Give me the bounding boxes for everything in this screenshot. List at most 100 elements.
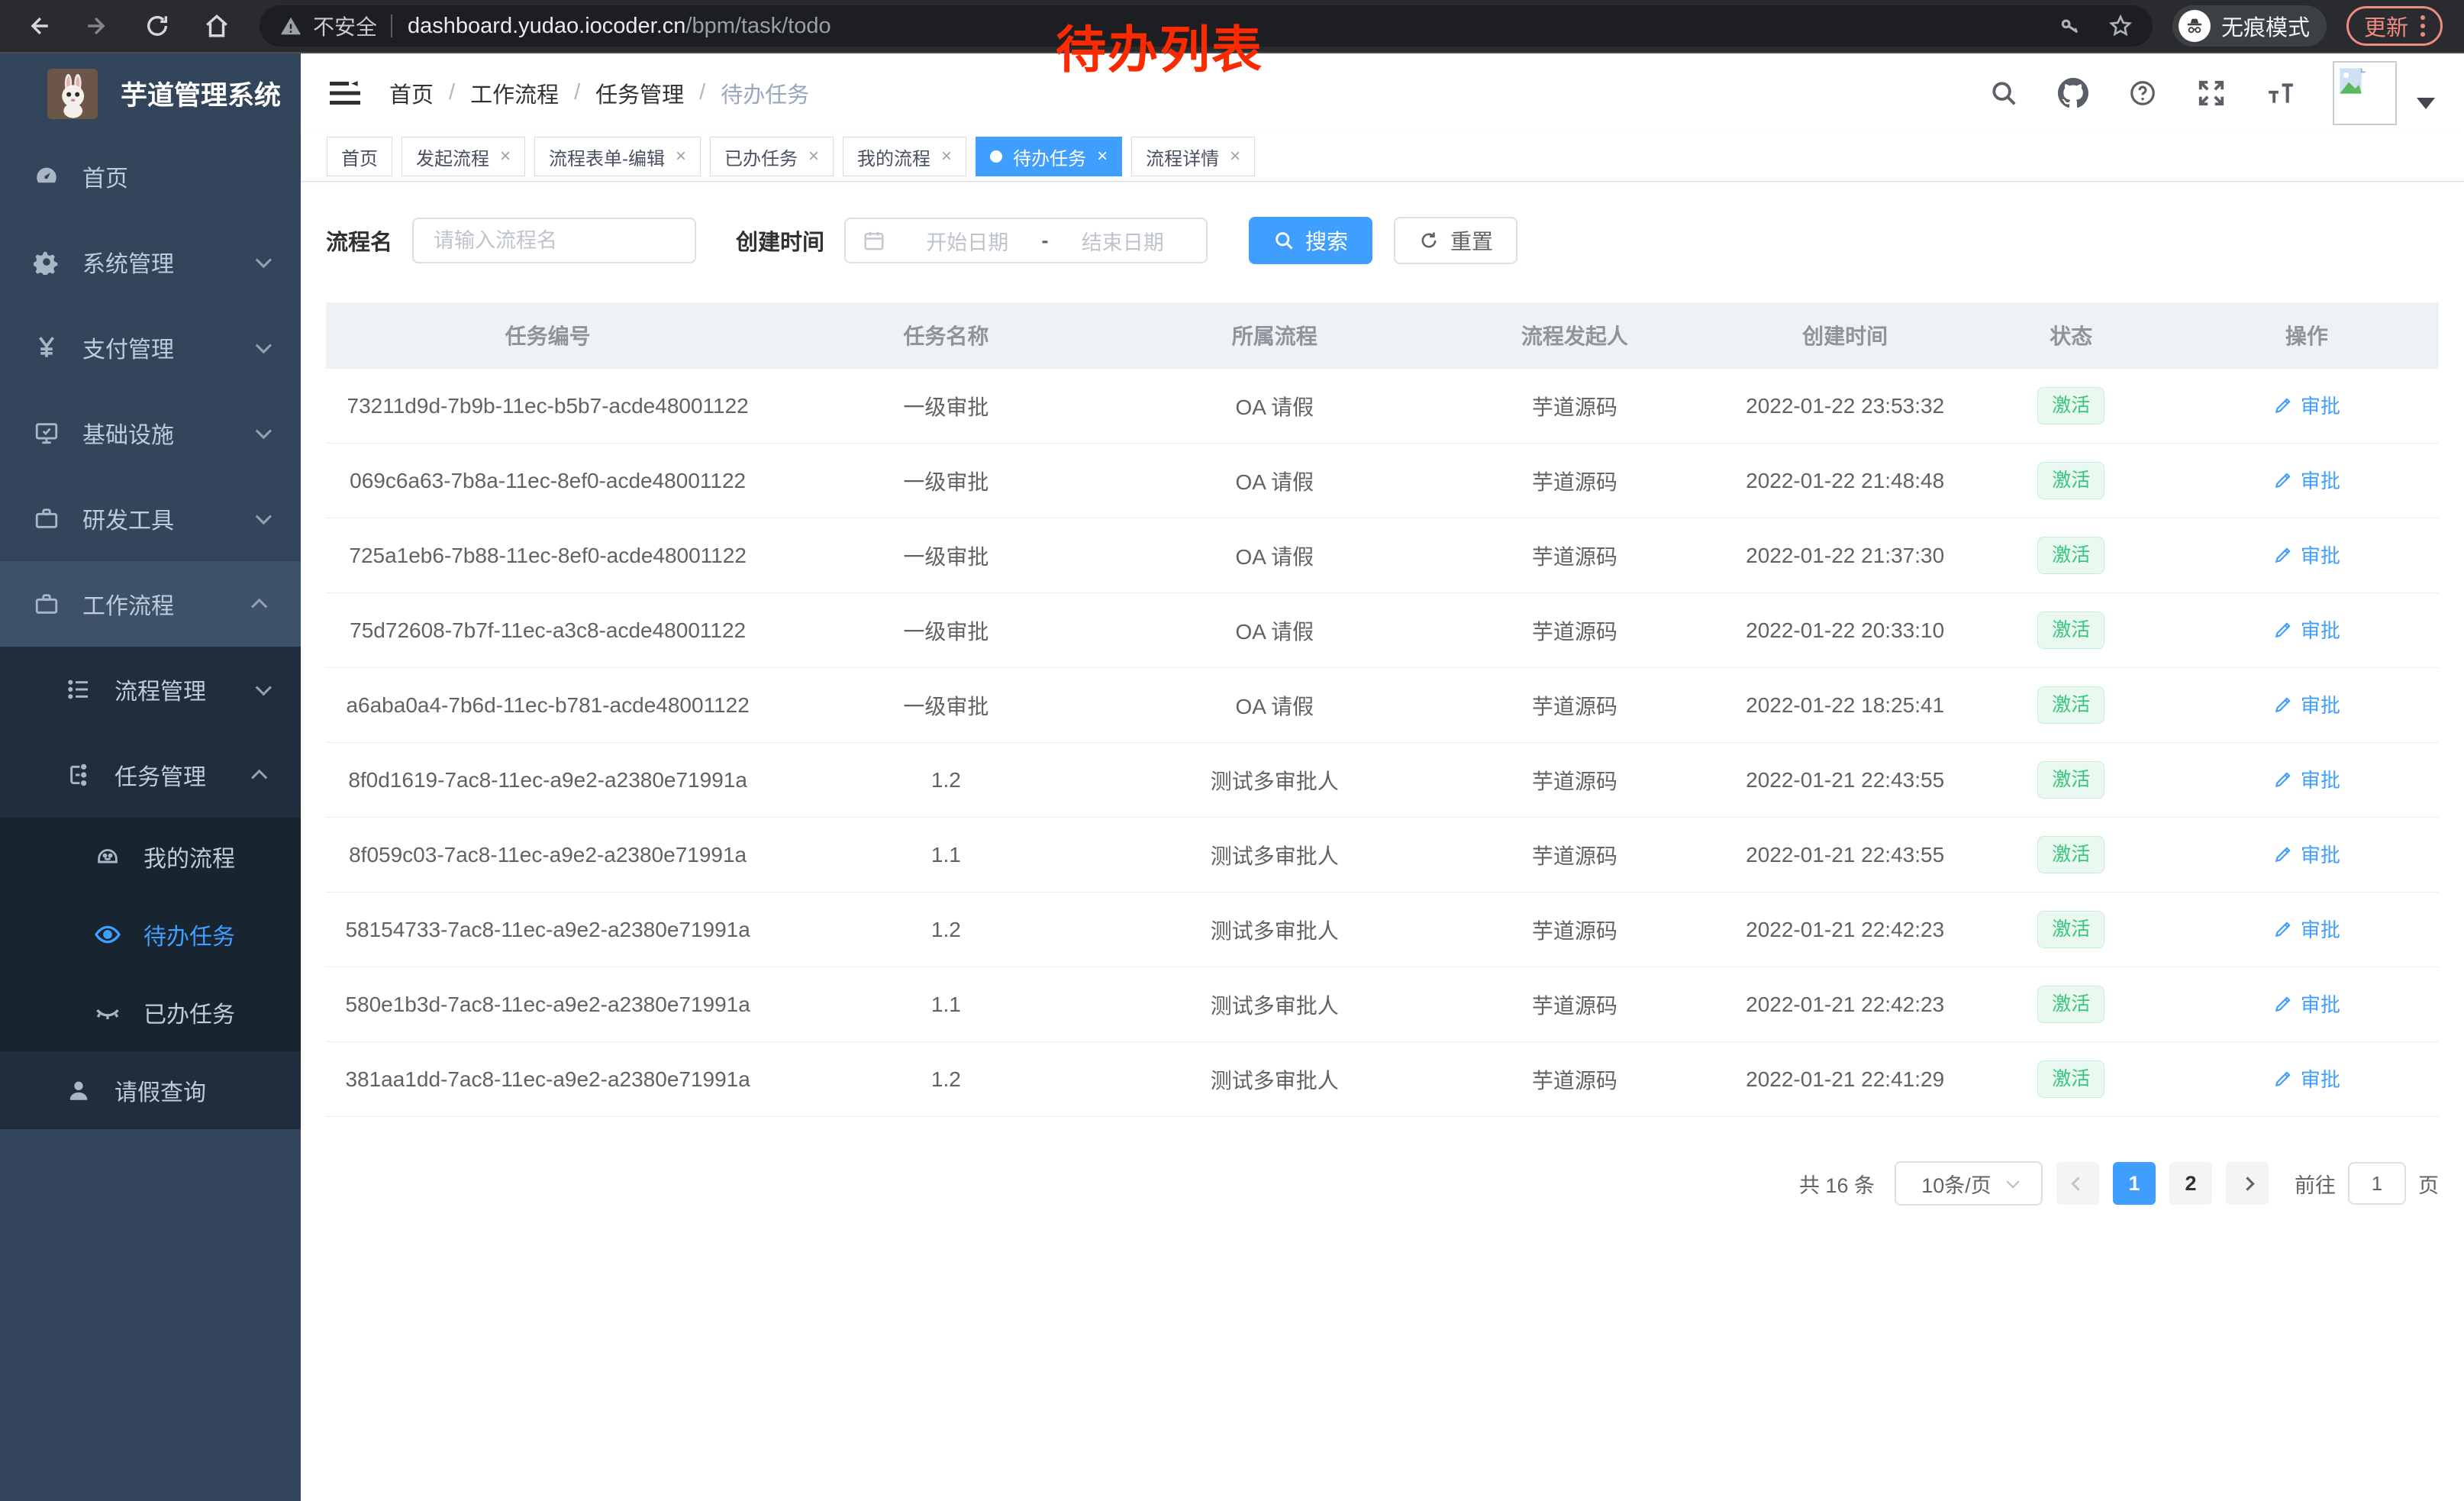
tab-form-edit[interactable]: 流程表单-编辑 × [534,137,701,176]
sidebar-item-workflow[interactable]: 工作流程 [0,561,301,647]
fullscreen-icon[interactable] [2197,79,2226,108]
sidebar-item-leave-query[interactable]: 请假查询 [0,1051,301,1129]
tasks-table: 任务编号 任务名称 所属流程 流程发起人 创建时间 状态 操作 73211d9d… [326,302,2439,1117]
breadcrumb-task-mgmt[interactable]: 任务管理 [595,77,684,109]
sidebar-item-devtools[interactable]: 研发工具 [0,476,301,561]
search-button[interactable]: 搜索 [1249,217,1372,264]
edit-pencil-icon [2273,395,2293,415]
help-question-icon[interactable] [2128,79,2157,108]
breadcrumb-workflow[interactable]: 工作流程 [470,77,559,109]
approve-link[interactable]: 审批 [2273,541,2340,569]
tab-process-detail[interactable]: 流程详情 × [1131,137,1255,176]
sidebar-item-task-mgmt[interactable]: 任务管理 [0,732,301,818]
page-button-2[interactable]: 2 [2169,1162,2212,1205]
date-range-picker[interactable]: 开始日期 - 结束日期 [844,218,1208,263]
sidebar-item-label: 已办任务 [144,996,235,1029]
eye-open-icon [90,921,125,948]
tab-start-process[interactable]: 发起流程 × [402,137,525,176]
approve-link[interactable]: 审批 [2273,690,2340,718]
password-key-icon[interactable] [2058,14,2082,38]
breadcrumb-home[interactable]: 首页 [389,77,434,109]
github-icon[interactable] [2058,78,2088,108]
sidebar-item-infra[interactable]: 基础设施 [0,390,301,476]
sidebar-item-home[interactable]: 首页 [0,134,301,219]
bookmark-star-icon[interactable] [2108,14,2133,38]
avatar-dropdown-caret-icon[interactable] [2417,98,2435,109]
sidebar-item-my-process[interactable]: 我的流程 [0,818,301,896]
col-starter: 流程发起人 [1427,320,1723,350]
approve-link[interactable]: 审批 [2273,1064,2340,1093]
sidebar-item-process-mgmt[interactable]: 流程管理 [0,647,301,732]
process-name-input[interactable] [412,218,696,263]
approve-link[interactable]: 审批 [2273,391,2340,419]
close-tab-icon[interactable]: × [808,146,819,167]
close-tab-icon[interactable]: × [676,146,686,167]
browser-home-icon[interactable] [200,9,234,43]
chevron-down-icon [256,337,272,353]
logo-rabbit-image [47,69,98,119]
date-range-separator: - [1034,229,1056,253]
close-tab-icon[interactable]: × [1230,146,1240,167]
filter-form: 流程名 创建时间 开始日期 - 结束日期 搜索 [326,217,2439,264]
goto-page-input[interactable] [2348,1162,2406,1205]
sidebar-item-payment[interactable]: 支付管理 [0,305,301,390]
sidebar-item-label: 待办任务 [144,918,235,951]
reset-button[interactable]: 重置 [1394,217,1517,264]
edit-pencil-icon [2273,620,2293,640]
close-tab-icon[interactable]: × [1097,146,1108,167]
gear-icon [29,249,64,275]
edit-pencil-icon [2273,994,2293,1014]
approve-link[interactable]: 审批 [2273,615,2340,644]
sidebar-collapse-icon[interactable] [330,80,360,106]
tab-home[interactable]: 首页 [327,137,392,176]
approve-link[interactable]: 审批 [2273,765,2340,793]
avatar[interactable] [2333,61,2397,125]
monitor-icon [29,420,64,446]
chevron-down-icon [256,508,272,525]
table-row: 58154733-7ac8-11ec-a9e2-a2380e71991a 1.2… [326,893,2439,967]
eye-closed-icon [90,999,125,1026]
search-icon[interactable] [1989,79,2018,108]
start-date-placeholder[interactable]: 开始日期 [901,226,1034,256]
page-button-1[interactable]: 1 [2113,1162,2156,1205]
tab-my-process[interactable]: 我的流程 × [843,137,966,176]
chevron-down-icon [2006,1175,2019,1188]
browser-forward-icon[interactable] [81,9,114,43]
not-secure-warning-icon[interactable] [279,15,302,37]
end-date-placeholder[interactable]: 结束日期 [1056,226,1190,256]
approve-link[interactable]: 审批 [2273,840,2340,868]
close-tab-icon[interactable]: × [500,146,511,167]
person-icon [61,1077,96,1103]
status-badge: 激活 [2037,1060,2104,1098]
table-row: 725a1eb6-7b88-11ec-8ef0-acde48001122 一级审… [326,518,2439,593]
col-status: 状态 [1968,320,2175,350]
list-tree-icon [61,677,96,702]
sidebar-item-label: 流程管理 [114,673,206,706]
tab-todo-tasks[interactable]: 待办任务 × [976,137,1122,176]
not-secure-label: 不安全 [313,11,377,41]
prev-page-button[interactable] [2056,1162,2099,1205]
approve-link[interactable]: 审批 [2273,915,2340,943]
tags-view-bar: 首页 发起流程 × 流程表单-编辑 × 已办任务 × 我的流程 × [301,132,2464,182]
status-badge: 激活 [2037,462,2104,499]
next-page-button[interactable] [2226,1162,2269,1205]
sidebar-item-done-tasks[interactable]: 已办任务 [0,973,301,1051]
chevron-up-icon [251,769,267,785]
browser-menu-icon[interactable] [2420,15,2425,37]
approve-link[interactable]: 审批 [2273,466,2340,494]
browser-back-icon[interactable] [21,9,55,43]
sidebar-item-system[interactable]: 系统管理 [0,219,301,305]
sidebar-item-todo-tasks[interactable]: 待办任务 [0,896,301,973]
font-size-icon[interactable] [2266,79,2296,108]
app-title: 芋道管理系统 [121,74,281,113]
url-divider [391,15,392,37]
page-size-select[interactable]: 10条/页 [1895,1161,2043,1206]
breadcrumb-current: 待办任务 [721,77,809,109]
sidebar-logo-row[interactable]: 芋道管理系统 [0,53,301,134]
approve-link[interactable]: 审批 [2273,989,2340,1018]
browser-update-button[interactable]: 更新 [2346,6,2443,46]
main-area: 首页 / 工作流程 / 任务管理 / 待办任务 [301,53,2464,1501]
browser-reload-icon[interactable] [140,9,174,43]
close-tab-icon[interactable]: × [941,146,952,167]
tab-done-tasks[interactable]: 已办任务 × [710,137,834,176]
